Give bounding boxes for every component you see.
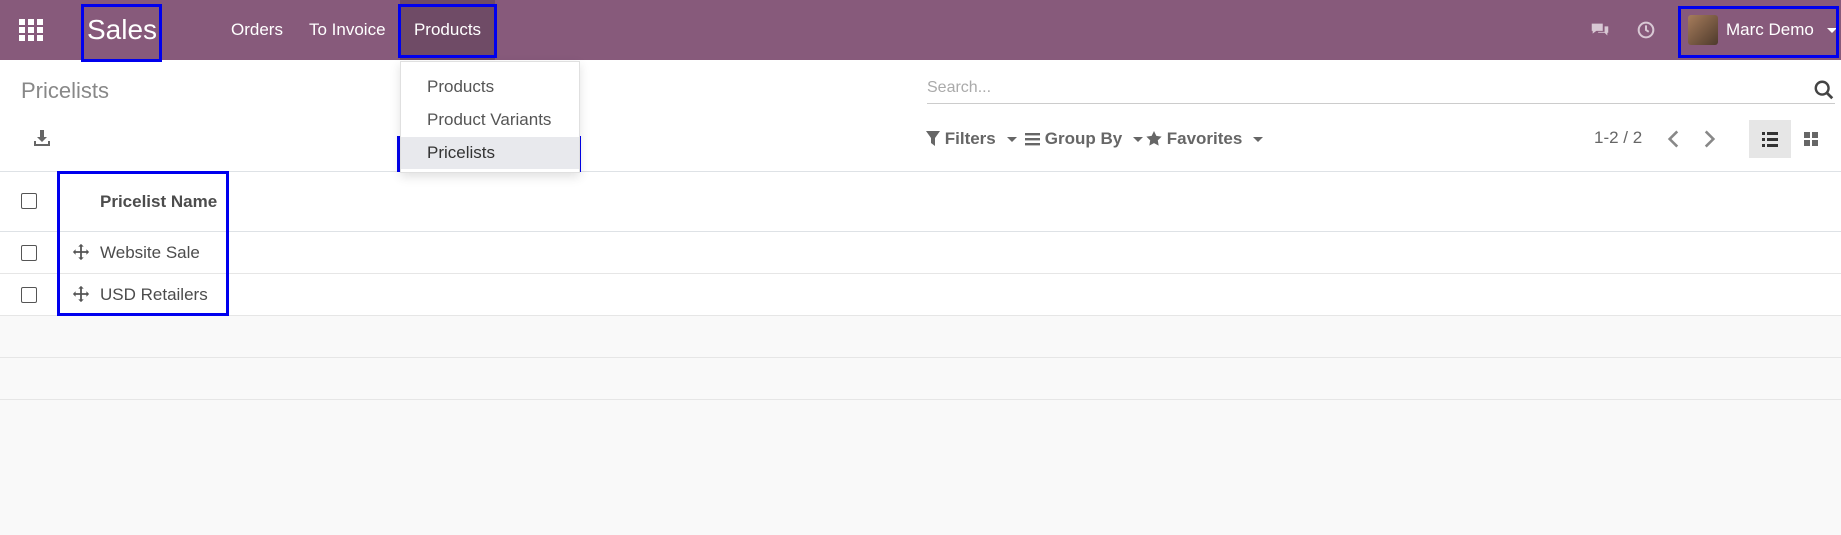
search-input[interactable] — [927, 74, 1797, 102]
chevron-down-icon — [1132, 137, 1143, 143]
favorites-button[interactable]: Favorites — [1146, 126, 1264, 152]
empty-row — [0, 358, 1841, 400]
menu-products[interactable]: Products — [400, 0, 495, 60]
chevron-down-icon — [1006, 137, 1017, 143]
kanban-view-button[interactable] — [1790, 120, 1832, 158]
apps-grid-icon[interactable] — [19, 19, 45, 41]
clock-icon[interactable] — [1635, 19, 1657, 41]
row-checkbox[interactable] — [21, 245, 37, 261]
avatar — [1688, 15, 1718, 45]
chat-icon[interactable] — [1589, 19, 1611, 41]
group-by-label: Group By — [1044, 129, 1123, 148]
column-header-pricelist-name[interactable]: Pricelist Name — [100, 192, 217, 212]
menu-to-invoice[interactable]: To Invoice — [309, 0, 386, 60]
table-row[interactable]: Website Sale — [0, 232, 1841, 274]
bars-icon — [1025, 133, 1040, 146]
user-menu[interactable]: Marc Demo — [1680, 5, 1838, 57]
dropdown-item-products[interactable]: Products — [401, 71, 579, 103]
list-icon — [1762, 132, 1778, 147]
menu-orders[interactable]: Orders — [231, 0, 283, 60]
search-icon[interactable] — [1813, 79, 1835, 101]
star-icon — [1146, 131, 1162, 146]
empty-row — [0, 316, 1841, 358]
dropdown-item-pricelists[interactable]: Pricelists — [401, 137, 579, 169]
products-dropdown-menu: Products Product Variants Pricelists — [400, 61, 580, 173]
download-icon[interactable] — [30, 126, 54, 150]
pager-value[interactable]: 1-2 / 2 — [1594, 128, 1642, 148]
control-panel: Pricelists Filters Group By Favorites 1-… — [0, 60, 1841, 172]
kanban-icon — [1804, 132, 1818, 146]
chevron-left-icon[interactable] — [1661, 126, 1687, 152]
pricelist-name: Website Sale — [100, 243, 200, 262]
main-navbar: Sales Orders To Invoice Products Marc De… — [0, 0, 1841, 60]
list-view-button[interactable] — [1749, 120, 1791, 158]
app-brand[interactable]: Sales — [83, 5, 161, 57]
filters-label: Filters — [944, 129, 996, 148]
filters-button[interactable]: Filters — [926, 126, 1017, 152]
table-header: Pricelist Name — [0, 172, 1841, 232]
user-name: Marc Demo — [1726, 20, 1814, 39]
dropdown-item-product-variants[interactable]: Product Variants — [401, 104, 579, 136]
table-row[interactable]: USD Retailers — [0, 274, 1841, 316]
chevron-down-icon — [1826, 28, 1837, 34]
select-all-checkbox[interactable] — [21, 193, 37, 209]
filter-icon — [926, 131, 940, 146]
pricelist-list: Pricelist Name Website Sale USD Retailer… — [0, 172, 1841, 400]
drag-handle-icon[interactable] — [72, 285, 90, 303]
chevron-right-icon[interactable] — [1696, 126, 1722, 152]
chevron-down-icon — [1253, 137, 1264, 143]
group-by-button[interactable]: Group By — [1025, 126, 1143, 152]
pricelist-name: USD Retailers — [100, 285, 208, 304]
favorites-label: Favorites — [1166, 129, 1243, 148]
row-checkbox[interactable] — [21, 287, 37, 303]
search-bar — [927, 74, 1835, 104]
drag-handle-icon[interactable] — [72, 243, 90, 261]
page-title: Pricelists — [21, 78, 110, 103]
